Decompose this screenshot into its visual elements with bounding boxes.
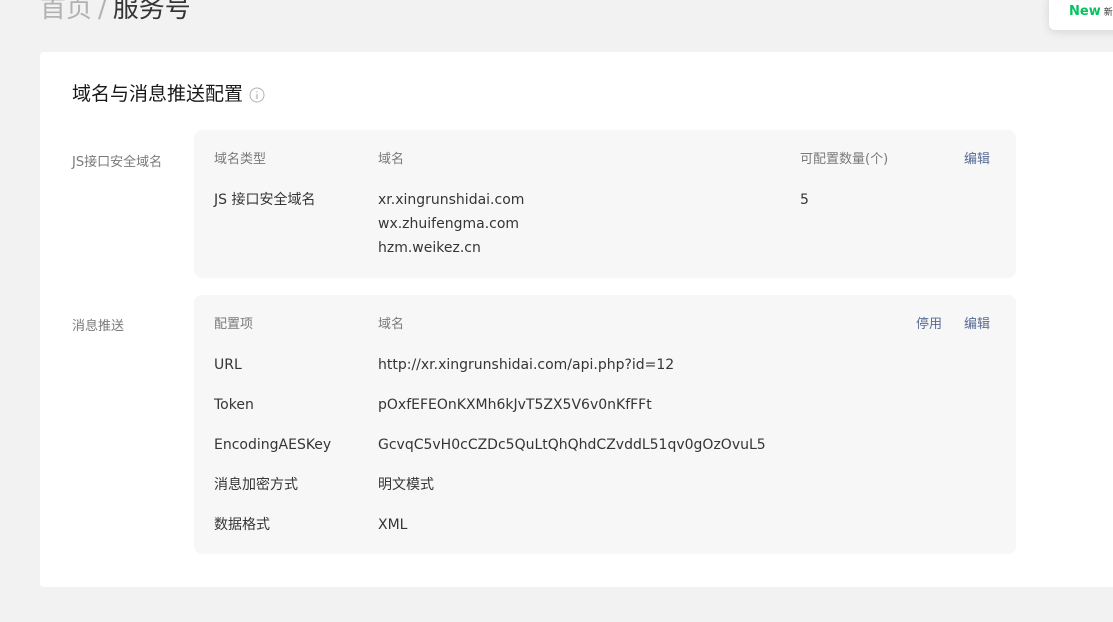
config-value-url: http://xr.xingrunshidai.com/api.php?id=1… (378, 357, 675, 373)
js-domain-quota-value: 5 (800, 192, 809, 208)
js-domain-section-label: JS接口安全域名 (72, 155, 163, 170)
header-domain: 域名 (378, 152, 405, 167)
domain-item: hzm.weikez.cn (378, 240, 481, 256)
breadcrumb-current: 服务号 (112, 0, 191, 24)
js-domain-type-value: JS 接口安全域名 (214, 192, 316, 208)
push-edit-link[interactable]: 编辑 (964, 313, 990, 337)
breadcrumb-home-link[interactable]: 首页 (40, 0, 92, 24)
push-section-label: 消息推送 (72, 319, 125, 334)
breadcrumb: 首页 / 服务号 (40, 0, 191, 27)
new-badge: New (1069, 4, 1101, 19)
push-disable-link[interactable]: 停用 (916, 313, 942, 337)
breadcrumb-separator: / (98, 0, 107, 24)
push-panel: 配置项 域名 停用 编辑 URL http://xr.xingrunshidai… (194, 295, 1016, 554)
header-config-item: 配置项 (214, 317, 254, 332)
card-title-text: 域名与消息推送配置 (72, 83, 244, 105)
header-push-domain: 域名 (378, 317, 405, 332)
config-key-url: URL (214, 357, 242, 373)
config-value-encryption: 明文模式 (378, 477, 434, 493)
js-domain-panel: 域名类型 域名 可配置数量(个) 编辑 JS 接口安全域名 xr.xingrun… (194, 130, 1016, 278)
header-domain-type: 域名类型 (214, 152, 267, 167)
config-key-format: 数据格式 (214, 517, 270, 533)
config-value-format: XML (378, 517, 408, 533)
config-value-aeskey: GcvqC5vH0cCZDc5QuLtQhQhdCZvddL51qv0gOzOv… (378, 437, 766, 453)
js-domain-list: xr.xingrunshidai.com wx.zhuifengma.com h… (378, 188, 524, 260)
config-key-aeskey: EncodingAESKey (214, 437, 332, 453)
card-title: 域名与消息推送配置 (72, 81, 265, 107)
new-feature-popup[interactable]: New新增 (1049, 0, 1113, 30)
info-icon[interactable] (249, 87, 265, 103)
config-value-token: pOxfEFEOnKXMh6kJvT5ZX5V6v0nKfFFt (378, 397, 652, 413)
domain-item: wx.zhuifengma.com (378, 216, 520, 232)
domain-item: xr.xingrunshidai.com (378, 192, 525, 208)
js-domain-edit-link[interactable]: 编辑 (964, 148, 990, 172)
config-key-encryption: 消息加密方式 (214, 477, 298, 493)
new-feature-text: 新增 (1103, 8, 1113, 18)
header-quota: 可配置数量(个) (800, 152, 889, 167)
config-card: 域名与消息推送配置 JS接口安全域名 域名类型 域名 可配置数量(个) 编辑 J… (40, 52, 1113, 587)
config-key-token: Token (214, 397, 254, 413)
